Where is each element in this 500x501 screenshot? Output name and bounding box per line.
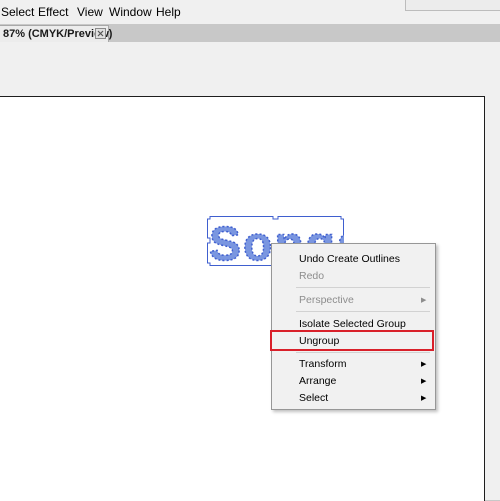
close-icon[interactable]: [95, 28, 106, 39]
menu-window[interactable]: Window: [109, 5, 152, 19]
menu-item-select[interactable]: Select: [299, 392, 328, 404]
menu-item-transform[interactable]: Transform: [299, 358, 346, 370]
menu-bar: Select Effect View Window Help: [0, 0, 500, 25]
document-tab[interactable]: 87% (CMYK/Preview): [0, 25, 112, 43]
menu-help[interactable]: Help: [156, 5, 181, 19]
submenu-arrow-icon: ▶: [421, 395, 427, 402]
menu-item-redo: Redo: [299, 270, 325, 282]
menu-separator: [296, 352, 430, 353]
menu-item-arrange[interactable]: Arrange: [299, 375, 336, 387]
context-menu: Undo Create Outlines Redo Perspective ▶ …: [271, 243, 436, 410]
document-tab-strip: 87% (CMYK/Preview): [0, 24, 500, 43]
ungroup-highlight-box: [270, 330, 434, 351]
menu-select[interactable]: Select: [1, 5, 34, 19]
menu-item-undo-create-outlines[interactable]: Undo Create Outlines: [299, 253, 400, 265]
submenu-arrow-icon: ▶: [421, 361, 427, 368]
menu-view[interactable]: View: [77, 5, 103, 19]
menu-item-perspective: Perspective: [299, 294, 354, 306]
menu-separator: [296, 311, 430, 312]
menu-item-isolate-selected-group[interactable]: Isolate Selected Group: [299, 318, 406, 330]
submenu-arrow-icon: ▶: [421, 297, 427, 304]
submenu-arrow-icon: ▶: [421, 378, 427, 385]
menu-effect[interactable]: Effect: [38, 5, 68, 19]
window-controls[interactable]: [405, 0, 500, 11]
menu-separator: [296, 287, 430, 288]
